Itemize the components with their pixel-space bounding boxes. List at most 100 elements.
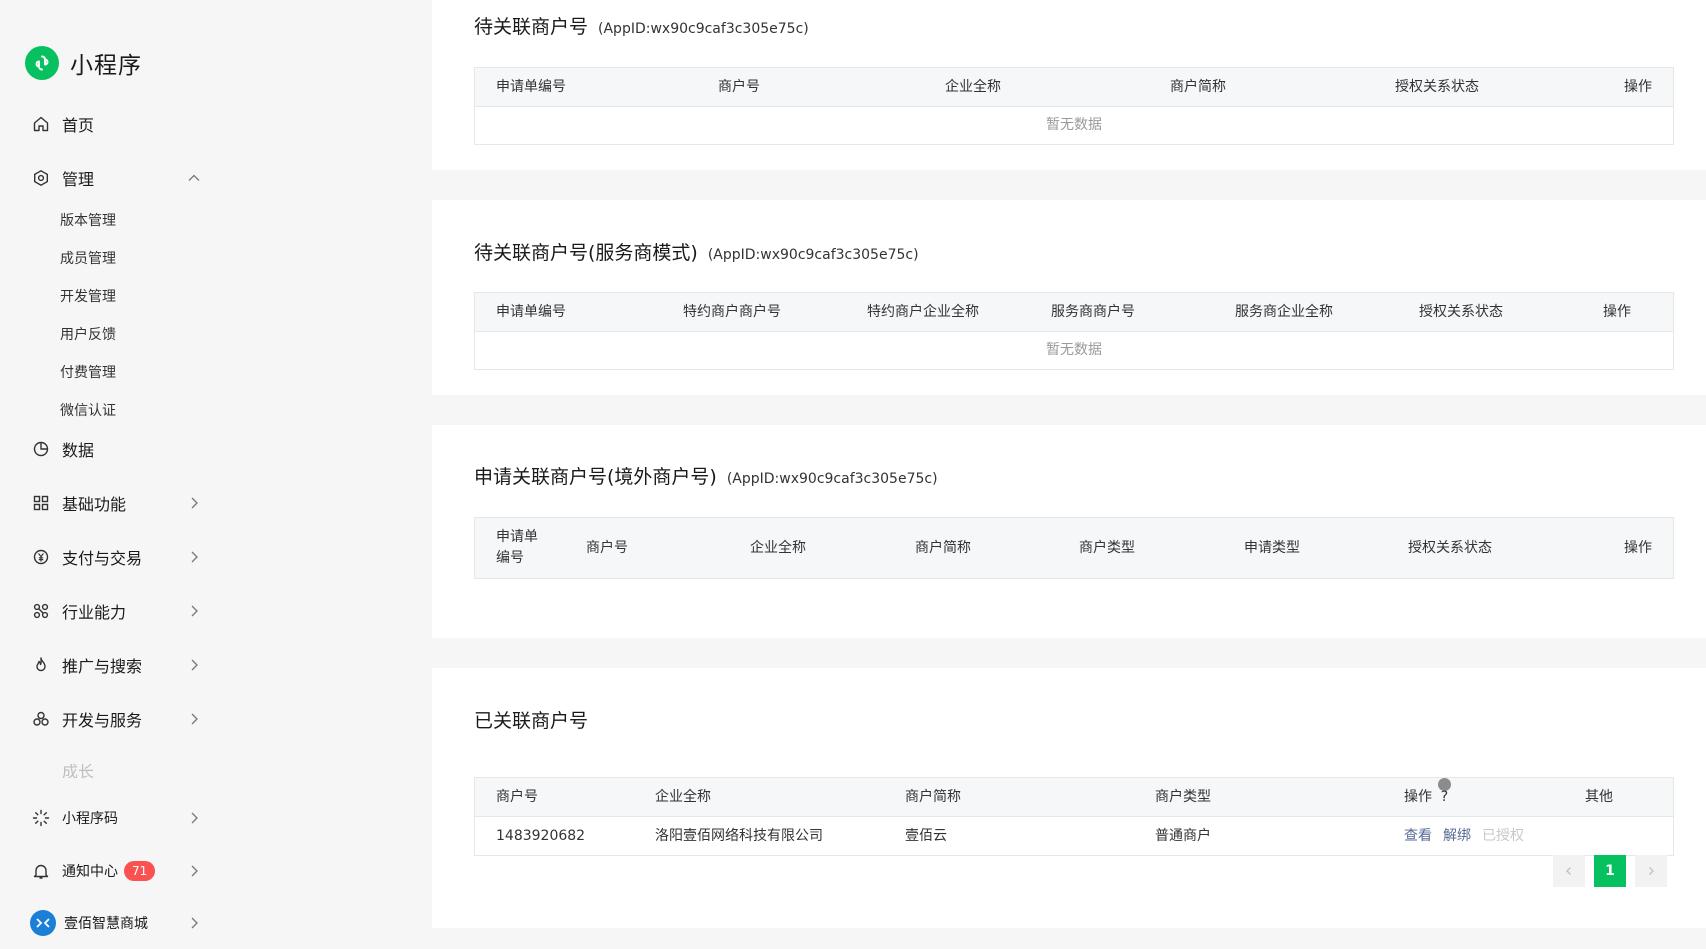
col-short-name: 商户简称 — [905, 789, 961, 805]
col-company-name: 企业全称 — [655, 789, 711, 805]
col-merchant-id: 商户号 — [586, 540, 628, 556]
next-page-button[interactable] — [1635, 855, 1667, 887]
unbind-link[interactable]: 解绑 — [1443, 817, 1471, 855]
nav-notify-label: 通知中心 — [62, 864, 118, 880]
col-application-no: 申请单编号 — [496, 529, 538, 566]
nav-basic-label: 基础功能 — [62, 495, 127, 514]
col-short-name: 商户简称 — [1170, 79, 1226, 95]
authorized-link-disabled: 已授权 — [1482, 828, 1524, 844]
col-application-no: 申请单编号 — [496, 79, 566, 95]
col-sub-merchant-company: 特约商户企业全称 — [867, 304, 979, 320]
nav-industry-label: 行业能力 — [62, 603, 127, 622]
three-circles-icon — [32, 710, 50, 728]
chevron-right-icon — [191, 551, 198, 563]
sub-payment-manage[interactable]: 付费管理 — [60, 362, 116, 382]
table-row: 1483920682 洛阳壹佰网络科技有限公司 壹佰云 普通商户 查看 解绑 已… — [475, 817, 1673, 855]
pie-chart-icon — [32, 440, 50, 458]
app-logo[interactable]: 小程序 — [25, 46, 142, 80]
cell-company-name: 洛阳壹佰网络科技有限公司 — [655, 828, 823, 844]
pending-merchant-sp-table: 申请单编号 特约商户商户号 特约商户企业全称 服务商商户号 服务商企业全称 授权… — [474, 292, 1674, 370]
sub-user-feedback[interactable]: 用户反馈 — [60, 324, 116, 344]
col-sub-merchant-id: 特约商户商户号 — [683, 304, 781, 320]
bell-icon — [32, 862, 50, 880]
nav-home-label: 首页 — [62, 116, 95, 135]
section-title: 待关联商户号 (AppID:wx90c9caf3c305e75c) — [474, 12, 809, 39]
view-link[interactable]: 查看 — [1404, 817, 1432, 855]
col-sp-merchant-id: 服务商商户号 — [1051, 304, 1135, 320]
chevron-right-icon — [191, 659, 198, 671]
col-auth-status: 授权关系状态 — [1419, 304, 1503, 320]
nav-growth-label: 成长 — [62, 764, 95, 778]
nav-manage[interactable]: 管理 — [32, 163, 202, 193]
section-title-text: 申请关联商户号(境外商户号) — [474, 466, 717, 488]
nav-growth-partial[interactable]: 成长 — [32, 764, 212, 778]
cell-merchant-type: 普通商户 — [1155, 828, 1211, 844]
col-merchant-id: 商户号 — [496, 789, 538, 805]
linked-merchant-section: 已关联商户号 商户号 企业全称 商户简称 商户类型 操作? 其他 1483920… — [432, 668, 1706, 928]
col-other: 其他 — [1585, 789, 1613, 805]
nav-payment-trade[interactable]: 支付与交易 — [32, 542, 202, 572]
account-switcher[interactable]: 壹佰智慧商城 — [30, 908, 202, 938]
nav-promo-label: 推广与搜索 — [62, 657, 143, 676]
appid-label: (AppID:wx90c9caf3c305e75c) — [707, 247, 919, 263]
nav-industry[interactable]: 行业能力 — [32, 596, 202, 626]
col-merchant-id: 商户号 — [718, 79, 760, 95]
nav-home[interactable]: 首页 — [32, 109, 202, 139]
section-title-text: 已关联商户号 — [474, 710, 589, 732]
notification-count-badge: 71 — [124, 861, 156, 881]
appid-label: (AppID:wx90c9caf3c305e75c) — [598, 21, 809, 37]
nav-qrcode[interactable]: 小程序码 — [32, 803, 202, 833]
col-merchant-type: 商户类型 — [1155, 789, 1211, 805]
hexagon-settings-icon — [32, 169, 50, 187]
nav-manage-label: 管理 — [62, 170, 95, 189]
cell-merchant-id: 1483920682 — [496, 828, 586, 844]
col-apply-type: 申请类型 — [1244, 540, 1300, 556]
chevron-left-icon — [1566, 867, 1571, 875]
chevron-right-icon — [1649, 867, 1654, 875]
miniprogram-logo-icon — [25, 46, 59, 80]
nav-data-label: 数据 — [62, 441, 95, 460]
pending-merchant-sp-section: 待关联商户号(服务商模式) (AppID:wx90c9caf3c305e75c)… — [432, 200, 1706, 395]
yuan-coin-icon — [32, 548, 50, 566]
pending-merchant-table: 申请单编号 商户号 企业全称 商户简称 授权关系状态 操作 暂无数据 — [474, 67, 1674, 145]
linked-merchant-table: 商户号 企业全称 商户简称 商户类型 操作? 其他 1483920682 洛阳壹… — [474, 777, 1674, 856]
chevron-right-icon — [191, 605, 198, 617]
nav-notifications[interactable]: 通知中心 71 — [32, 856, 202, 886]
sub-dev-manage[interactable]: 开发管理 — [60, 286, 116, 306]
appid-label: (AppID:wx90c9caf3c305e75c) — [726, 471, 938, 487]
cell-short-name: 壹佰云 — [905, 828, 947, 844]
help-icon[interactable]: ? — [1438, 778, 1451, 805]
nav-dev-service[interactable]: 开发与服务 — [32, 704, 202, 734]
overseas-merchant-table: 申请单编号 商户号 企业全称 商户简称 商户类型 申请类型 授权关系状态 操作 — [474, 517, 1674, 579]
col-sp-company: 服务商企业全称 — [1235, 304, 1333, 320]
nav-devsvc-label: 开发与服务 — [62, 711, 143, 730]
nav-data[interactable]: 数据 — [32, 434, 202, 464]
chevron-right-icon — [191, 917, 198, 929]
home-icon — [32, 115, 50, 133]
empty-state: 暂无数据 — [1046, 342, 1102, 358]
grid-icon — [32, 494, 50, 512]
section-title-text: 待关联商户号(服务商模式) — [474, 242, 698, 264]
page-current[interactable]: 1 — [1594, 855, 1626, 887]
table-header: 申请单编号 商户号 企业全称 商户简称 商户类型 申请类型 授权关系状态 操作 — [475, 518, 1673, 578]
section-title: 申请关联商户号(境外商户号) (AppID:wx90c9caf3c305e75c… — [474, 462, 938, 489]
table-header: 商户号 企业全称 商户简称 商户类型 操作? 其他 — [475, 778, 1673, 817]
nav-promotion-search[interactable]: 推广与搜索 — [32, 650, 202, 680]
nav-qrcode-label: 小程序码 — [62, 811, 118, 827]
nav-basic-functions[interactable]: 基础功能 — [32, 488, 202, 518]
col-actions: 操作 — [1603, 304, 1631, 320]
sub-member-manage[interactable]: 成员管理 — [60, 248, 116, 268]
flame-icon — [32, 656, 50, 674]
pending-merchant-section: 待关联商户号 (AppID:wx90c9caf3c305e75c) 申请单编号 … — [432, 0, 1706, 170]
chevron-up-icon — [188, 174, 200, 181]
prev-page-button[interactable] — [1553, 855, 1585, 887]
sidebar: 小程序 首页 管理 版本管理 成员管理 开发管理 用户反馈 付费管理 微信认证 … — [0, 0, 432, 949]
col-application-no: 申请单编号 — [496, 304, 566, 320]
col-actions: 操作 — [1624, 79, 1652, 95]
sub-wechat-verify[interactable]: 微信认证 — [60, 400, 116, 420]
col-company-name: 企业全称 — [750, 540, 806, 556]
sub-version-manage[interactable]: 版本管理 — [60, 210, 116, 230]
table-header: 申请单编号 商户号 企业全称 商户简称 授权关系状态 操作 — [475, 68, 1673, 107]
section-title-text: 待关联商户号 — [474, 16, 589, 38]
col-auth-status: 授权关系状态 — [1408, 540, 1492, 556]
